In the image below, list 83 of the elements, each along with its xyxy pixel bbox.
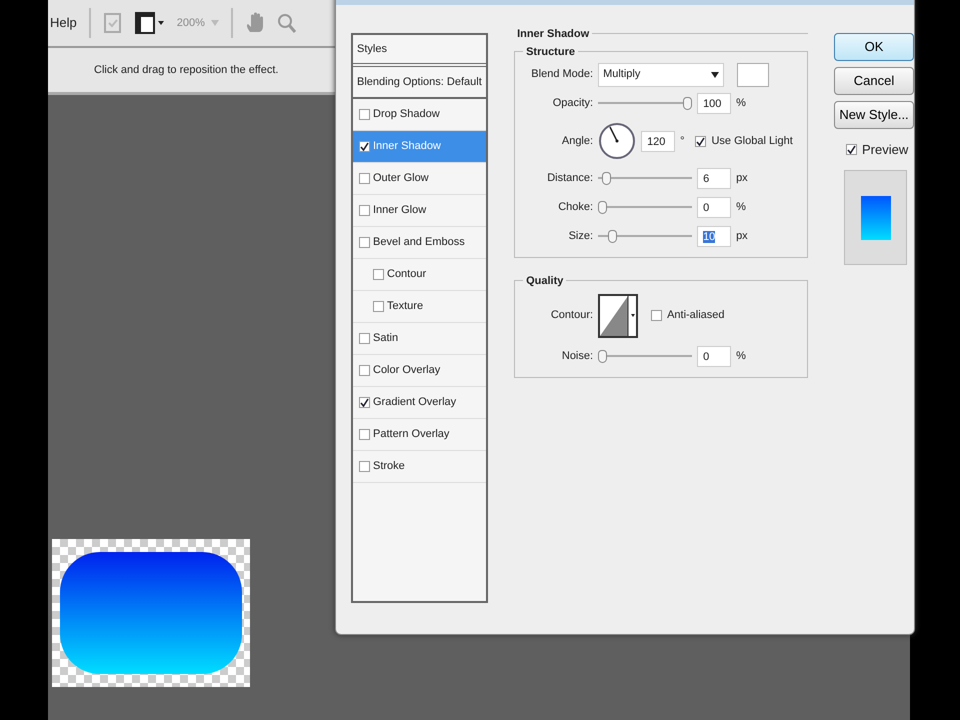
unit-label: %	[736, 348, 746, 364]
item-label: Stroke	[373, 459, 405, 474]
checkbox[interactable]	[373, 269, 384, 280]
unit-label: px	[736, 229, 748, 244]
slider-thumb[interactable]	[598, 201, 608, 214]
number-field[interactable]: 120	[641, 130, 676, 152]
checkbox[interactable]	[359, 365, 370, 376]
slider-thumb[interactable]	[598, 350, 608, 362]
caret-icon[interactable]	[711, 72, 720, 78]
checkbox-label: Preview	[862, 140, 908, 159]
checkbox[interactable]	[359, 429, 370, 440]
item-label: Contour	[387, 267, 426, 282]
number-field[interactable]: 10	[697, 226, 732, 247]
list-item[interactable]: Blending Options: Default	[353, 67, 486, 99]
ok-button[interactable]: OK	[834, 33, 914, 61]
field-label: Opacity:	[552, 96, 594, 112]
item-label: Color Overlay	[373, 363, 440, 378]
field-label: Choke:	[557, 200, 594, 216]
list-item[interactable]: Color Overlay	[353, 355, 486, 387]
item-label: Inner Shadow	[373, 139, 441, 154]
item-label: Bevel and Emboss	[373, 235, 465, 250]
unit-label: px	[736, 171, 748, 186]
number-field[interactable]: 100	[697, 93, 732, 114]
list-item[interactable]: Inner Glow	[353, 195, 486, 227]
unit-label: %	[736, 96, 746, 112]
list-item[interactable]: Satin	[353, 323, 486, 355]
field-label: Distance:	[546, 171, 594, 186]
slider-thumb[interactable]	[608, 230, 618, 243]
item-label: Texture	[387, 299, 424, 314]
menu-item[interactable]: Help	[50, 13, 77, 33]
field-label: Blend Mode:	[530, 67, 594, 82]
checkbox[interactable]	[846, 144, 857, 155]
list-header[interactable]: Styles	[353, 35, 486, 67]
checkbox-label: Use Global Light	[711, 134, 793, 149]
dialog-button[interactable]: New Style...	[834, 101, 914, 129]
checkbox[interactable]	[359, 141, 370, 152]
list-item[interactable]: Stroke	[353, 451, 486, 483]
list-item[interactable]: Gradient Overlay	[353, 387, 486, 419]
checkbox[interactable]	[359, 109, 370, 120]
slider-thumb[interactable]	[683, 97, 692, 110]
checkbox[interactable]	[359, 173, 370, 184]
preview-swatch	[860, 196, 890, 240]
list-item[interactable]: Contour	[353, 259, 486, 291]
item-label: Pattern Overlay	[373, 427, 450, 442]
item-label: Outer Glow	[373, 171, 429, 186]
field-label: Contour:	[550, 308, 594, 324]
unit-label: %	[736, 200, 746, 216]
checkbox-label: Anti-aliased	[667, 308, 725, 324]
field-label: Angle:	[560, 134, 594, 149]
angle-dial[interactable]	[598, 122, 636, 160]
unit-label: °	[680, 134, 684, 149]
color-swatch[interactable]	[737, 62, 770, 86]
hint-text: Click and drag to reposition the effect.	[94, 62, 278, 78]
list-item[interactable]: Bevel and Emboss	[353, 227, 486, 259]
blend-mode-dropdown[interactable]: Multiply	[598, 62, 724, 86]
field-label: Size:	[568, 229, 594, 244]
checkbox[interactable]	[359, 237, 370, 248]
list-item[interactable]: Outer Glow	[353, 163, 486, 195]
checkbox[interactable]	[359, 333, 370, 344]
number-field[interactable]: 0	[697, 197, 732, 218]
checkbox[interactable]	[651, 310, 662, 321]
checkbox[interactable]	[359, 397, 370, 408]
hand-icon[interactable]	[244, 12, 265, 34]
screen-mode-icon[interactable]	[134, 12, 165, 34]
dialog-button[interactable]: Cancel	[834, 67, 914, 95]
number-field[interactable]: 0	[697, 346, 732, 366]
item-label: Inner Glow	[373, 203, 426, 218]
document-icon[interactable]	[102, 12, 123, 34]
section-title: Quality	[523, 273, 566, 290]
checkbox[interactable]	[373, 301, 384, 312]
checkbox[interactable]	[359, 205, 370, 216]
item-label: Gradient Overlay	[373, 395, 456, 410]
item-label: Drop Shadow	[373, 107, 440, 122]
search-icon[interactable]	[276, 12, 297, 34]
item-label: Satin	[373, 331, 398, 346]
field-label: Noise:	[560, 348, 594, 364]
checkbox[interactable]	[695, 136, 706, 146]
contour-picker[interactable]	[598, 294, 638, 338]
number-field[interactable]: 6	[697, 168, 732, 189]
checkbox[interactable]	[359, 461, 370, 472]
slider-thumb[interactable]	[602, 172, 612, 185]
list-item[interactable]: Pattern Overlay	[353, 419, 486, 451]
list-item[interactable]: Texture	[353, 291, 486, 323]
